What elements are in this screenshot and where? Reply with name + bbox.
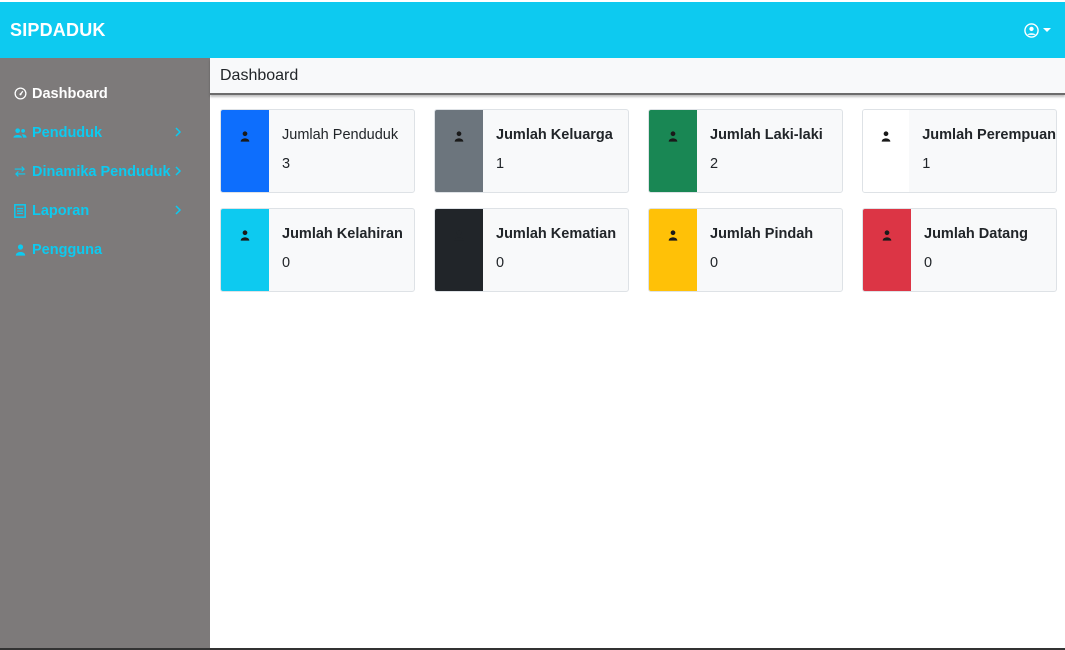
card-color-band (649, 110, 697, 192)
card-value: 1 (922, 156, 931, 172)
main-content: Dashboard Jumlah Penduduk 3 Jumlah Kelua… (210, 58, 1065, 650)
brand-logo[interactable]: SIPDADUK (10, 20, 106, 41)
card-color-band (435, 110, 483, 192)
card-jumlah-keluarga[interactable]: Jumlah Keluarga 1 (434, 109, 629, 193)
card-jumlah-perempuan[interactable]: Jumlah Perempuan 1 (862, 109, 1057, 193)
card-title: Jumlah Penduduk (282, 127, 399, 143)
gauge-icon (12, 86, 28, 102)
card-jumlah-kelahiran[interactable]: Jumlah Kelahiran 0 (220, 208, 415, 292)
user-circle-icon (1024, 22, 1039, 38)
card-jumlah-laki-laki[interactable]: Jumlah Laki-laki 2 (648, 109, 843, 193)
card-title: Jumlah Kematian (496, 226, 617, 242)
sidebar-item-label: Laporan (32, 202, 90, 219)
card-color-band (221, 209, 269, 291)
users-icon (12, 125, 28, 141)
user-icon (668, 230, 678, 241)
card-value: 2 (710, 156, 719, 172)
page-title: Dashboard (210, 58, 1065, 95)
card-jumlah-pindah[interactable]: Jumlah Pindah 0 (648, 208, 843, 292)
card-title: Jumlah Laki-laki (710, 127, 823, 143)
sidebar-item-pengguna[interactable]: Pengguna (0, 230, 210, 269)
card-jumlah-penduduk[interactable]: Jumlah Penduduk 3 (220, 109, 415, 193)
card-value: 0 (710, 255, 719, 271)
sidebar-item-label: Dinamika Penduduk (32, 163, 171, 180)
user-icon (454, 131, 464, 142)
user-icon (882, 230, 892, 241)
user-icon (12, 242, 28, 258)
card-title: Jumlah Keluarga (496, 127, 613, 143)
card-value: 3 (282, 156, 291, 172)
card-color-band (649, 209, 697, 291)
chevron-right-icon (175, 166, 182, 176)
card-color-band (221, 110, 269, 192)
chevron-right-icon (175, 205, 182, 215)
exchange-icon (12, 164, 28, 180)
card-color-band (435, 209, 483, 291)
card-value: 1 (496, 156, 505, 172)
user-icon (668, 131, 678, 142)
caret-down-icon (1043, 27, 1051, 33)
card-jumlah-kematian[interactable]: Jumlah Kematian 0 (434, 208, 629, 292)
sidebar-item-laporan[interactable]: Laporan (0, 191, 210, 230)
sidebar-item-dashboard[interactable]: Dashboard (0, 74, 210, 113)
top-navbar: SIPDADUK (0, 2, 1065, 58)
user-menu-toggle[interactable] (1024, 22, 1051, 38)
card-title: Jumlah Perempuan (922, 127, 1056, 143)
card-color-band (863, 209, 911, 291)
card-value: 0 (924, 255, 933, 271)
user-icon (240, 131, 250, 142)
sidebar-item-label: Pengguna (32, 241, 103, 258)
card-title: Jumlah Datang (924, 226, 1028, 242)
sidebar-item-label: Dashboard (32, 85, 108, 102)
card-title: Jumlah Pindah (710, 226, 814, 242)
card-value: 0 (496, 255, 505, 271)
card-title: Jumlah Kelahiran (282, 226, 403, 242)
sidebar: Dashboard Penduduk Dinamika Penduduk Lap… (0, 58, 210, 650)
user-icon (881, 131, 891, 142)
report-icon (12, 203, 28, 219)
user-icon (240, 230, 250, 241)
sidebar-item-label: Penduduk (32, 124, 103, 141)
card-color-band (863, 110, 910, 192)
card-jumlah-datang[interactable]: Jumlah Datang 0 (862, 208, 1057, 292)
card-value: 0 (282, 255, 291, 271)
chevron-right-icon (175, 127, 182, 137)
user-icon (454, 230, 464, 241)
sidebar-item-dinamika-penduduk[interactable]: Dinamika Penduduk (0, 152, 210, 191)
sidebar-item-penduduk[interactable]: Penduduk (0, 113, 210, 152)
